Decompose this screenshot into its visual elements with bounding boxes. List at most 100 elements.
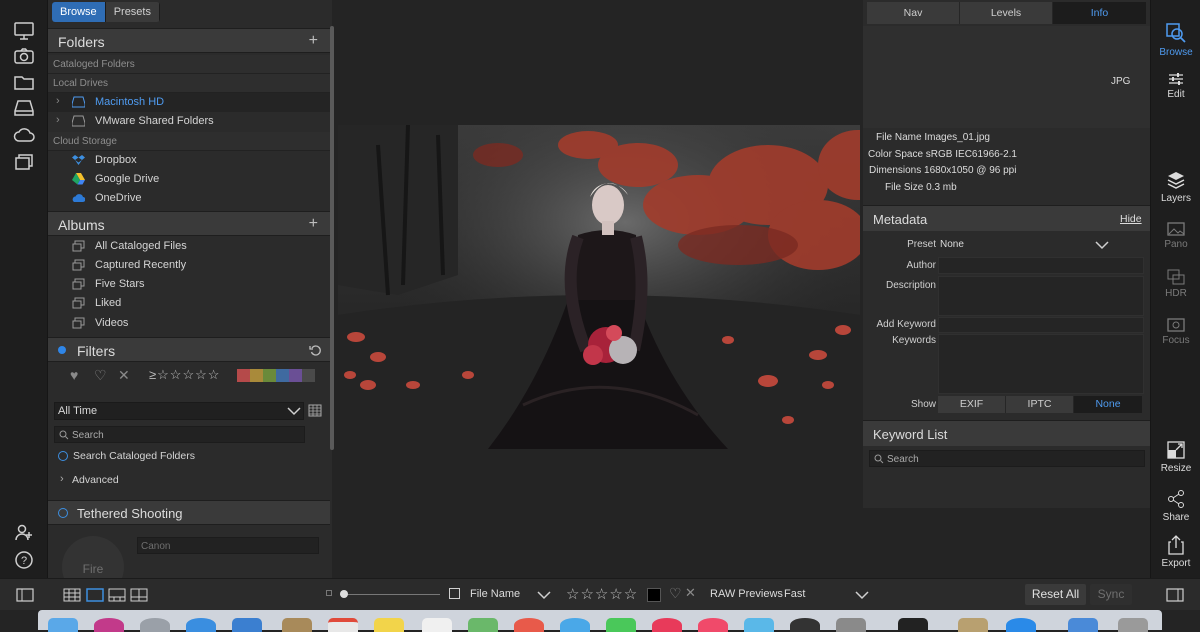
browse-panel: Browse Presets Folders + Cataloged Folde… <box>48 0 334 598</box>
description-field[interactable] <box>938 276 1144 316</box>
module-edit[interactable]: Edit <box>1151 72 1200 100</box>
filter-search-input[interactable]: Search <box>54 426 305 443</box>
cloud-item-dropbox[interactable]: Dropbox <box>48 151 330 170</box>
share-icon <box>1168 490 1184 508</box>
right-panel-toggle-icon[interactable] <box>1166 588 1184 602</box>
heart-outline-icon[interactable]: ♡ <box>669 585 682 602</box>
chevron-right-icon[interactable]: › <box>56 95 60 107</box>
drive-icon[interactable] <box>13 97 35 119</box>
module-pano[interactable]: Pano <box>1151 222 1200 250</box>
module-browse[interactable]: Browse <box>1151 22 1200 58</box>
info-file-size: File Size 0.3 mb <box>885 182 957 193</box>
monitor-icon[interactable] <box>13 20 35 42</box>
albums-icon[interactable] <box>13 151 35 173</box>
color-swatch-yellow[interactable] <box>250 369 263 382</box>
sidebar-toggle-icon[interactable] <box>16 588 34 602</box>
tab-presets[interactable]: Presets <box>105 2 160 22</box>
module-share[interactable]: Share <box>1151 489 1200 523</box>
module-focus[interactable]: Focus <box>1151 318 1200 346</box>
camera-icon[interactable] <box>13 45 35 67</box>
keyword-list-header[interactable]: Keyword List <box>863 420 1150 446</box>
layers-icon <box>1167 172 1185 189</box>
albums-header[interactable]: Albums + <box>48 211 330 236</box>
compare-view-icon[interactable] <box>130 588 148 602</box>
photo-image <box>338 125 860 449</box>
keyword-search-input[interactable]: Search <box>869 450 1145 467</box>
camera-select[interactable]: Canon <box>137 537 319 554</box>
album-item-five-stars[interactable]: Five Stars <box>48 275 330 294</box>
tab-exif[interactable]: EXIF <box>938 396 1006 413</box>
grid-view-icon[interactable] <box>63 588 81 602</box>
photo-preview[interactable] <box>338 125 860 449</box>
album-item-videos[interactable]: Videos <box>48 314 330 333</box>
cloud-item-google-drive[interactable]: Google Drive <box>48 170 330 189</box>
filters-enabled-dot[interactable] <box>58 346 66 354</box>
raw-previews-select[interactable]: Fast <box>781 586 871 604</box>
color-swatch-green[interactable] <box>263 369 276 382</box>
heart-filled-icon[interactable]: ♥ <box>70 367 78 383</box>
advanced-toggle[interactable]: › Advanced <box>60 473 180 487</box>
metadata-header[interactable]: Metadata Hide <box>863 205 1150 231</box>
module-layers[interactable]: Layers <box>1151 170 1200 204</box>
search-cataloged-label: Search Cataloged Folders <box>73 450 195 462</box>
reject-x-icon[interactable]: ✕ <box>118 367 130 384</box>
time-filter-select[interactable]: All Time <box>54 402 304 420</box>
sync-button[interactable]: Sync <box>1090 584 1132 605</box>
module-export[interactable]: Export <box>1151 535 1200 569</box>
calendar-icon[interactable] <box>308 403 322 417</box>
add-folder-icon[interactable]: + <box>309 32 318 50</box>
tethered-shooting-header[interactable]: Tethered Shooting <box>48 500 330 525</box>
folder-item-vmware-shared[interactable]: › VMware Shared Folders <box>48 112 330 131</box>
tab-browse[interactable]: Browse <box>52 2 106 22</box>
hide-metadata-link[interactable]: Hide <box>1120 213 1142 225</box>
people-icon[interactable] <box>13 521 35 543</box>
tab-none[interactable]: None <box>1074 396 1142 413</box>
module-hdr[interactable]: HDR <box>1151 269 1200 299</box>
heart-outline-icon[interactable]: ♡ <box>94 367 107 384</box>
reset-filters-icon[interactable] <box>309 344 322 357</box>
star-rating[interactable]: ☆☆☆☆☆ <box>566 585 638 603</box>
google-drive-icon <box>72 173 85 185</box>
rating-filter[interactable]: ≥☆☆☆☆☆ <box>149 367 220 383</box>
keywords-field[interactable] <box>938 334 1144 394</box>
search-cataloged-radio[interactable]: Search Cataloged Folders <box>58 450 258 464</box>
album-item-all-cataloged[interactable]: All Cataloged Files <box>48 237 330 256</box>
detail-view-icon[interactable] <box>86 588 104 602</box>
cloud-item-onedrive[interactable]: OneDrive <box>48 189 330 208</box>
tab-nav[interactable]: Nav <box>867 2 960 24</box>
folders-header[interactable]: Folders + <box>48 28 330 53</box>
onedrive-icon <box>72 194 85 202</box>
album-item-liked[interactable]: Liked <box>48 294 330 313</box>
color-swatch-none[interactable] <box>302 369 315 382</box>
folder-item-macintosh-hd[interactable]: › Macintosh HD <box>48 93 330 112</box>
color-swatch-purple[interactable] <box>289 369 302 382</box>
author-field[interactable] <box>938 257 1144 274</box>
thumbnail-large-icon <box>449 588 460 599</box>
slider-thumb[interactable] <box>340 590 348 598</box>
tethered-toggle-radio[interactable] <box>58 508 68 518</box>
help-icon[interactable]: ? <box>13 549 35 571</box>
tab-info[interactable]: Info <box>1053 2 1146 24</box>
folder-icon[interactable] <box>13 71 35 93</box>
color-label-swatch[interactable] <box>647 588 661 602</box>
thumbnail-size-slider[interactable] <box>340 594 440 595</box>
album-item-label: All Cataloged Files <box>95 240 187 252</box>
color-swatch-blue[interactable] <box>276 369 289 382</box>
color-swatch-red[interactable] <box>237 369 250 382</box>
add-keyword-field[interactable] <box>938 317 1144 333</box>
tab-levels[interactable]: Levels <box>960 2 1053 24</box>
add-album-icon[interactable]: + <box>309 215 318 233</box>
cloud-icon[interactable] <box>13 124 35 146</box>
panel-scrollbar[interactable] <box>330 26 334 450</box>
filmstrip-view-icon[interactable] <box>108 588 126 602</box>
tab-iptc[interactable]: IPTC <box>1006 396 1074 413</box>
reset-all-button[interactable]: Reset All <box>1025 584 1086 605</box>
reject-x-icon[interactable]: ✕ <box>685 585 696 601</box>
chevron-right-icon[interactable]: › <box>56 114 60 126</box>
album-item-captured-recently[interactable]: Captured Recently <box>48 256 330 275</box>
module-resize[interactable]: Resize <box>1151 440 1200 474</box>
preset-select[interactable]: None <box>939 236 1111 253</box>
nav-levels-info-tabs: Nav Levels Info <box>867 2 1146 24</box>
filters-header[interactable]: Filters <box>48 337 330 362</box>
sort-select[interactable]: File Name <box>467 586 555 604</box>
